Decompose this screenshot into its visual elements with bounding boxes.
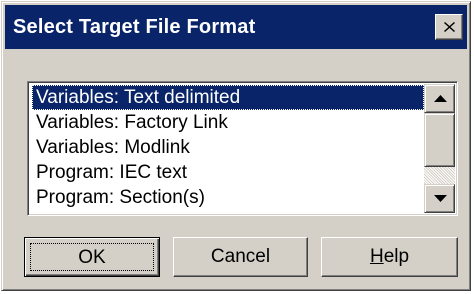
ok-button-label: OK [30, 243, 154, 271]
list-item[interactable]: Variables: Factory Link [32, 110, 424, 135]
select-target-file-format-dialog: Select Target File Format Variables: Tex… [1, 1, 471, 291]
scroll-down-button[interactable] [424, 184, 455, 213]
scrollbar-thumb[interactable] [424, 113, 455, 167]
help-button-label: elp [383, 246, 410, 267]
cancel-button[interactable]: Cancel [173, 237, 308, 277]
vertical-scrollbar[interactable] [424, 84, 455, 213]
cancel-button-label: Cancel [210, 246, 271, 267]
triangle-up-icon [434, 95, 447, 102]
close-icon [444, 22, 455, 32]
scroll-up-button[interactable] [424, 84, 455, 113]
format-listbox[interactable]: Variables: Text delimited Variables: Fac… [27, 81, 458, 216]
title-bar[interactable]: Select Target File Format [5, 5, 467, 49]
list-item[interactable]: Program: IEC text [32, 160, 424, 185]
close-button[interactable] [435, 14, 463, 40]
help-button-mnemonic: H [369, 246, 384, 267]
list-item[interactable]: Variables: Modlink [32, 135, 424, 160]
ok-button[interactable]: OK [24, 237, 160, 277]
list-item[interactable]: Program: Section(s) [32, 185, 424, 210]
help-button[interactable]: Help [321, 237, 458, 277]
triangle-down-icon [434, 195, 447, 202]
window-title: Select Target File Format [13, 16, 256, 38]
format-list: Variables: Text delimited Variables: Fac… [32, 85, 424, 210]
list-item[interactable]: Variables: Text delimited [32, 85, 424, 110]
